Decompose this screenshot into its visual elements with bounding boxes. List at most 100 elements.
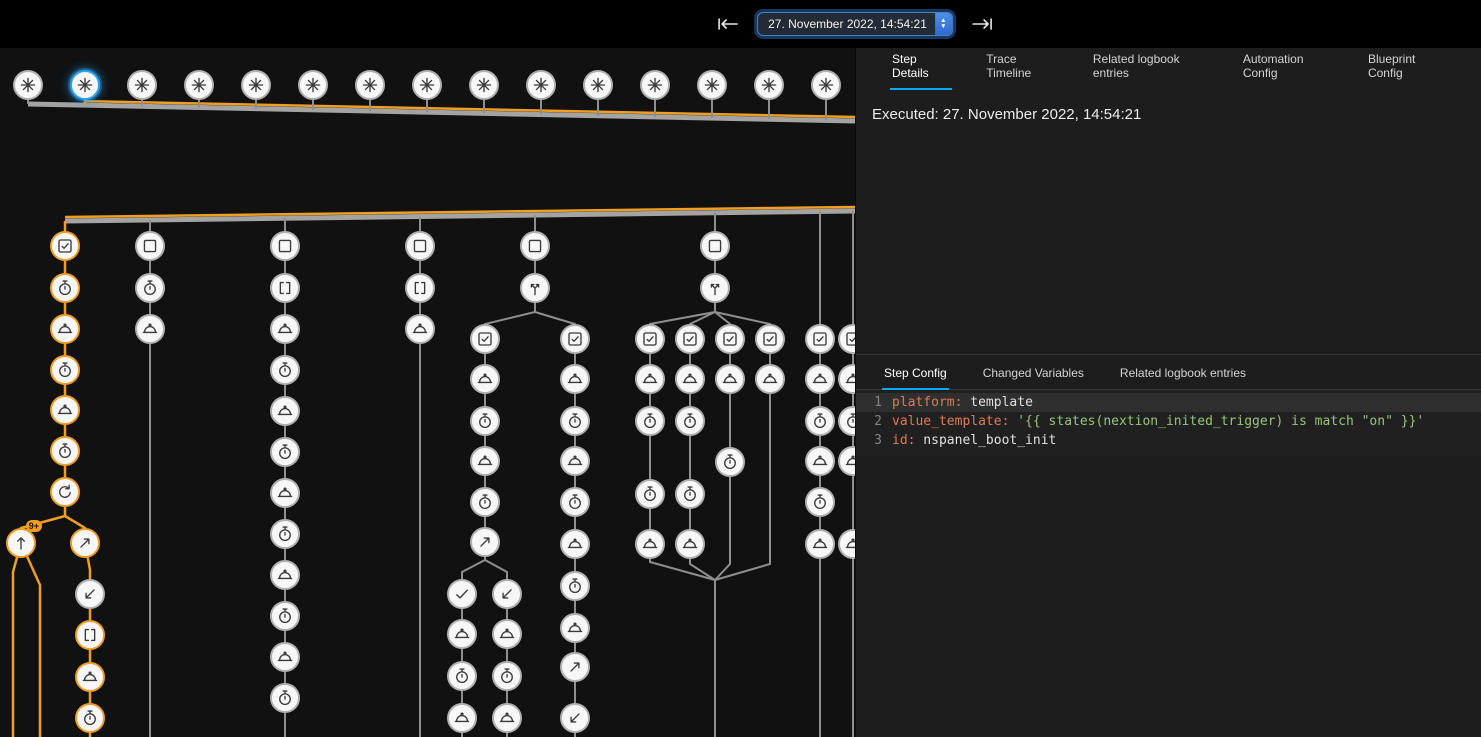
trace-node-timer[interactable] xyxy=(675,406,705,436)
run-select[interactable]: 27. November 2022, 14:54:21 ▲▼ xyxy=(757,12,953,36)
trace-node-arrow-up-right[interactable] xyxy=(560,652,590,682)
trace-node-service[interactable] xyxy=(492,619,522,649)
step-config-code-editor[interactable]: 1platform: template2value_template: '{{ … xyxy=(856,390,1481,456)
trigger-node[interactable] xyxy=(127,70,157,100)
tab-step-config[interactable]: Step Config xyxy=(866,355,965,389)
trace-node-arrow-down-left[interactable] xyxy=(492,579,522,609)
trace-node-service[interactable] xyxy=(805,529,835,559)
trace-node-service[interactable] xyxy=(270,396,300,426)
trace-node-service[interactable] xyxy=(50,395,80,425)
trace-node-timer[interactable] xyxy=(715,447,745,477)
trace-node-timer[interactable] xyxy=(675,479,705,509)
trace-node-repeat[interactable] xyxy=(50,477,80,507)
trace-node-timer[interactable] xyxy=(805,487,835,517)
trace-node-service[interactable] xyxy=(470,364,500,394)
next-run-button[interactable] xyxy=(969,15,995,33)
trigger-node[interactable] xyxy=(754,70,784,100)
tab-changed-variables[interactable]: Changed Variables xyxy=(965,355,1102,389)
trace-node-service[interactable] xyxy=(635,364,665,394)
trace-node-service[interactable] xyxy=(75,662,105,692)
tab-automation-config[interactable]: Automation Config xyxy=(1225,48,1350,82)
trace-node-service[interactable] xyxy=(270,642,300,672)
trigger-node[interactable] xyxy=(697,70,727,100)
tab-step-details[interactable]: Step Details xyxy=(874,48,968,82)
trace-node-service[interactable] xyxy=(470,446,500,476)
trace-node-timer[interactable] xyxy=(135,273,165,303)
trace-node-brackets[interactable] xyxy=(405,273,435,303)
trace-node-arrow-down-left[interactable] xyxy=(560,703,590,733)
trace-node-arrow-down-left[interactable] xyxy=(75,579,105,609)
trace-node-arrow-up-right[interactable] xyxy=(470,527,500,557)
trace-node-checkbox[interactable] xyxy=(560,324,590,354)
trace-node-service[interactable] xyxy=(715,364,745,394)
trigger-node[interactable] xyxy=(469,70,499,100)
trace-node-timer[interactable] xyxy=(560,406,590,436)
trace-node-service[interactable] xyxy=(635,529,665,559)
trigger-node[interactable] xyxy=(811,70,841,100)
trace-node-service[interactable] xyxy=(492,703,522,733)
trace-node-square[interactable] xyxy=(270,231,300,261)
trace-node-timer[interactable] xyxy=(447,661,477,691)
tab-blueprint-config[interactable]: Blueprint Config xyxy=(1350,48,1463,82)
trace-node-checkbox[interactable] xyxy=(470,324,500,354)
trace-node-service[interactable] xyxy=(270,478,300,508)
trigger-node[interactable] xyxy=(298,70,328,100)
trigger-node[interactable] xyxy=(640,70,670,100)
trace-node-timer[interactable] xyxy=(560,487,590,517)
trace-node-timer[interactable] xyxy=(50,355,80,385)
trace-node-timer[interactable] xyxy=(470,406,500,436)
trigger-node[interactable] xyxy=(70,70,100,100)
previous-run-button[interactable] xyxy=(715,15,741,33)
trace-node-checkbox[interactable] xyxy=(715,324,745,354)
trace-node-timer[interactable] xyxy=(270,601,300,631)
trace-node-service[interactable] xyxy=(675,364,705,394)
trace-node-service[interactable] xyxy=(805,364,835,394)
trace-node-timer[interactable] xyxy=(492,661,522,691)
trace-node-timer[interactable] xyxy=(50,273,80,303)
trace-node-timer[interactable] xyxy=(635,406,665,436)
trace-node-service[interactable] xyxy=(560,364,590,394)
trace-node-arrow-up[interactable]: 9+ xyxy=(6,528,36,558)
trace-node-split[interactable] xyxy=(520,273,550,303)
trigger-node[interactable] xyxy=(241,70,271,100)
trace-node-timer[interactable] xyxy=(635,479,665,509)
tab-trace-timeline[interactable]: Trace Timeline xyxy=(968,48,1075,82)
trace-node-service[interactable] xyxy=(270,314,300,344)
trace-node-timer[interactable] xyxy=(560,571,590,601)
trace-node-service[interactable] xyxy=(755,364,785,394)
trace-node-timer[interactable] xyxy=(270,683,300,713)
trace-node-timer[interactable] xyxy=(50,436,80,466)
tab-related-logbook-entries[interactable]: Related logbook entries xyxy=(1075,48,1225,82)
trace-node-service[interactable] xyxy=(560,613,590,643)
trace-node-split[interactable] xyxy=(700,273,730,303)
trace-node-timer[interactable] xyxy=(270,437,300,467)
trace-node-check[interactable] xyxy=(447,579,477,609)
trace-node-timer[interactable] xyxy=(270,519,300,549)
trace-node-square[interactable] xyxy=(520,231,550,261)
trace-node-timer[interactable] xyxy=(270,355,300,385)
trigger-node[interactable] xyxy=(526,70,556,100)
trace-node-square[interactable] xyxy=(700,231,730,261)
trigger-node[interactable] xyxy=(412,70,442,100)
trace-node-checkbox[interactable] xyxy=(675,324,705,354)
trace-node-checkbox[interactable] xyxy=(50,231,80,261)
trigger-node[interactable] xyxy=(184,70,214,100)
trigger-node[interactable] xyxy=(355,70,385,100)
trace-node-timer[interactable] xyxy=(805,406,835,436)
trace-node-checkbox[interactable] xyxy=(635,324,665,354)
trace-node-service[interactable] xyxy=(50,314,80,344)
trace-node-checkbox[interactable] xyxy=(755,324,785,354)
trace-node-service[interactable] xyxy=(447,703,477,733)
tab-related-logbook-entries[interactable]: Related logbook entries xyxy=(1102,355,1264,389)
trace-node-service[interactable] xyxy=(447,619,477,649)
trace-node-service[interactable] xyxy=(270,560,300,590)
trace-node-arrow-up-right[interactable] xyxy=(70,528,100,558)
trigger-node[interactable] xyxy=(583,70,613,100)
trace-node-square[interactable] xyxy=(405,231,435,261)
trace-node-service[interactable] xyxy=(560,529,590,559)
trace-node-service[interactable] xyxy=(560,446,590,476)
trace-node-service[interactable] xyxy=(405,314,435,344)
trace-node-service[interactable] xyxy=(675,529,705,559)
trace-node-timer[interactable] xyxy=(75,703,105,733)
trigger-node[interactable] xyxy=(13,70,43,100)
